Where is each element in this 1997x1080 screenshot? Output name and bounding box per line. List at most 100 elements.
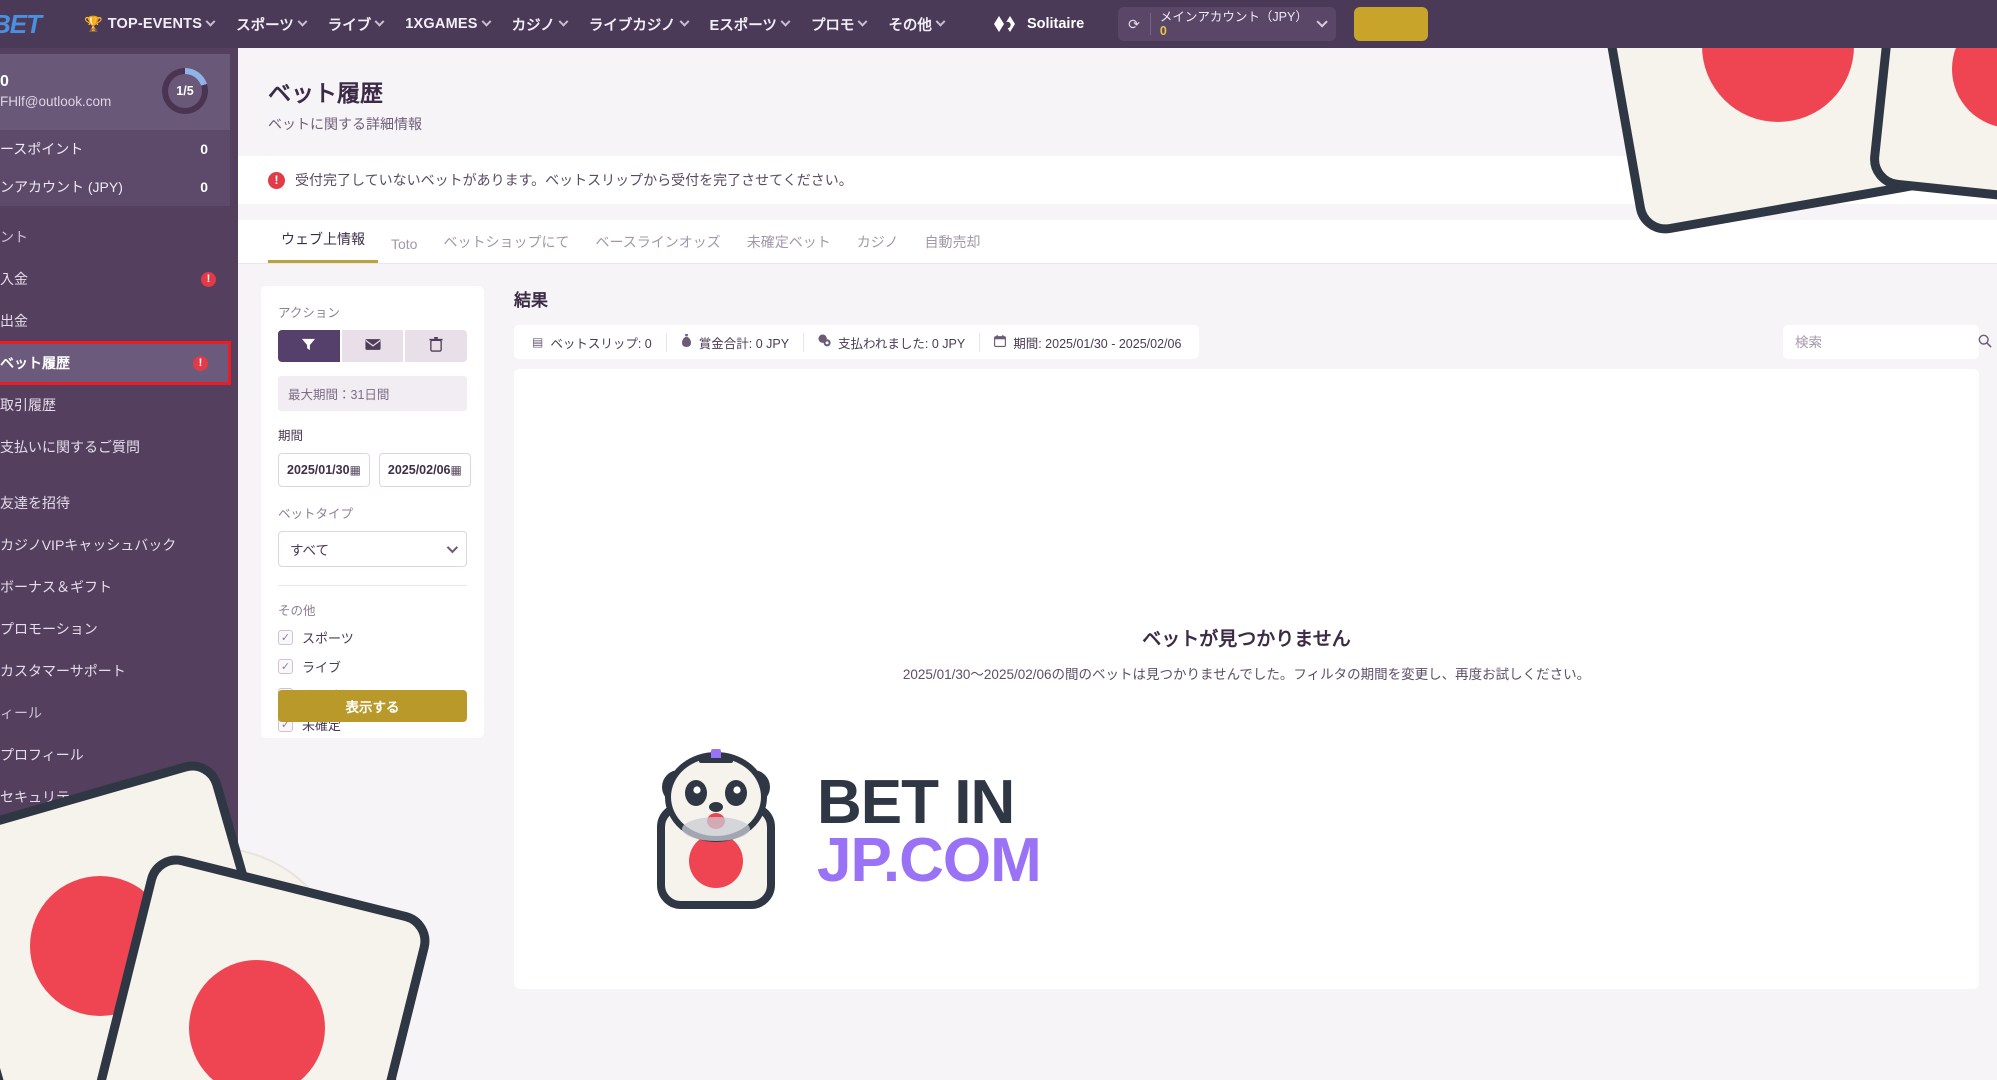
sidebar-item-customer-support[interactable]: カスタマーサポート (0, 650, 238, 692)
sidebar-item-deposit[interactable]: 入金 ! (0, 258, 238, 300)
nav-label: ライブカジノ (588, 17, 676, 34)
chevron-down-icon (205, 16, 216, 27)
profile-progress-ring: 1/5 (162, 68, 208, 114)
page-title: ベット履歴 (268, 80, 383, 106)
filter-icon (301, 337, 316, 355)
sidebar-item-label: 入金 (0, 271, 28, 287)
sidebar-item-profile-group[interactable]: ィール (0, 692, 238, 734)
payout-icon (818, 334, 831, 350)
calendar-icon: ▦ (450, 463, 462, 477)
sidebar-item-transaction-history[interactable]: 取引履歴 (0, 384, 238, 426)
account-balance-selector[interactable]: ⟳ メインアカウント（JPY） 0 (1118, 7, 1336, 41)
nav-item-sports[interactable]: スポーツ (236, 14, 308, 35)
alert-icon: ! (268, 171, 285, 189)
bet-type-value: すべて (290, 543, 330, 558)
nav-label: プロモ (810, 17, 855, 34)
app-root: BET 🏆 TOP-EVENTS スポーツ ライブ 1XGAMES カジノ (0, 0, 1997, 1080)
tab-unsettled-bets[interactable]: 未確定ベット (734, 232, 844, 263)
nav-label: ライブ (327, 17, 372, 34)
results-panel: 結果 ▤ ベットスリップ: 0 賞金合計: 0 JPY 支払われました: 0 J… (514, 286, 1992, 989)
date-to-value: 2025/02/06 (387, 463, 451, 477)
sidebar-item-bonus-gifts[interactable]: ボーナス＆ギフト (0, 566, 238, 608)
sidebar-item-label: ィール (0, 705, 42, 721)
nav-item-solitaire[interactable]: Solitaire (992, 14, 1084, 34)
filter-icon-button[interactable] (278, 330, 340, 362)
sidebar-item-security[interactable]: セキュリティ (0, 776, 238, 818)
sidebar-item-profile[interactable]: プロフィール (0, 734, 238, 776)
refresh-icon[interactable]: ⟳ (1128, 16, 1140, 33)
betslip-icon: ▤ (532, 335, 544, 349)
checkbox-live[interactable]: ✓ ライブ (278, 657, 467, 676)
sidebar-item-account[interactable]: ント (0, 216, 238, 258)
user-card[interactable]: 0 FHlf@outlook.com 1/5 (0, 54, 230, 130)
sidebar-item-payment-questions[interactable]: 支払いに関するご質問 (0, 426, 238, 468)
search-box[interactable] (1783, 325, 1992, 359)
tab-bet-shop[interactable]: ベットショップにて (430, 232, 582, 263)
tab-toto[interactable]: Toto (378, 236, 430, 263)
chip-paid-out: 支払われました: 0 JPY (803, 332, 979, 352)
date-to-input[interactable]: 2025/02/06 ▦ (378, 453, 471, 487)
checkbox-sports[interactable]: ✓ スポーツ (278, 628, 467, 647)
chip-period: 期間: 2025/01/30 - 2025/02/06 (979, 332, 1195, 352)
results-summary-bar: ▤ ベットスリップ: 0 賞金合計: 0 JPY 支払われました: 0 JPY … (514, 325, 1992, 359)
site-logo[interactable]: BET (0, 9, 52, 40)
page-subtitle: ベットに関する詳細情報 (268, 116, 422, 132)
max-period-note: 最大期間：31日間 (278, 376, 467, 411)
chevron-down-icon (446, 541, 459, 554)
apply-filter-button[interactable]: 表示する (278, 690, 467, 722)
delete-button[interactable] (405, 330, 468, 362)
sidebar-item-promotions[interactable]: プロモーション (0, 608, 238, 650)
sidebar-item-label: ィ (0, 831, 14, 847)
nav-item-casino[interactable]: カジノ (512, 14, 569, 35)
tab-auto-cashout[interactable]: 自動売却 (912, 232, 994, 263)
nav-item-top-events[interactable]: 🏆 TOP-EVENTS (84, 15, 216, 33)
nav-item-esports[interactable]: Eスポーツ (709, 14, 791, 35)
chevron-down-icon (297, 16, 308, 27)
bet-type-select[interactable]: すべて (278, 531, 467, 567)
search-input[interactable] (1795, 334, 1972, 350)
sidebar-item-label: プロフィール (0, 747, 84, 763)
watermark-line-1: BET IN (817, 768, 1015, 838)
chip-text: 期間: 2025/01/30 - 2025/02/06 (1013, 336, 1182, 351)
other-section-label: その他 (278, 604, 316, 618)
nav-item-promo[interactable]: プロモ (810, 14, 868, 35)
tab-web-info[interactable]: ウェブ上情報 (268, 229, 378, 263)
tab-casino[interactable]: カジノ (844, 232, 912, 263)
deposit-button[interactable] (1353, 7, 1428, 41)
sidebar-item-withdraw[interactable]: 出金 (0, 300, 238, 342)
chevron-down-icon (780, 16, 791, 27)
sidebar-item-label: 支払いに関するご質問 (0, 439, 140, 455)
nav-item-other[interactable]: その他 (888, 14, 946, 35)
chip-text: ベットスリップ: 0 (550, 336, 652, 351)
chevron-down-icon (935, 16, 946, 27)
sidebar-item-invite-friends[interactable]: 友達を招待 (0, 482, 238, 524)
nav-label: Eスポーツ (709, 17, 777, 34)
action-section-label: アクション (278, 306, 340, 320)
envelope-icon (364, 338, 381, 354)
results-title: 結果 (514, 291, 548, 310)
nav-item-live[interactable]: ライブ (327, 14, 385, 35)
solitaire-label: Solitaire (1026, 16, 1085, 32)
calendar-icon (994, 334, 1007, 350)
sidebar-balance-row[interactable]: ースポイント 0 (0, 130, 230, 168)
sidebar-balances: ースポイント 0 ンアカウント (JPY) 0 (0, 130, 230, 206)
sidebar-item-casino-vip-cashback[interactable]: カジノVIPキャッシュバック (0, 524, 238, 566)
email-export-button[interactable] (341, 330, 404, 362)
sidebar-item-bet-history[interactable]: ベット履歴 ! (0, 341, 231, 385)
nav-label: TOP-EVENTS (107, 16, 203, 32)
period-label: 期間 (278, 429, 304, 443)
divider (278, 585, 467, 586)
sidebar-item-label: 友達を招待 (0, 495, 70, 511)
empty-state: ベットが見つかりません 2025/01/30〜2025/02/06の間のベットは… (514, 624, 1979, 683)
tab-baseline-odds[interactable]: ベースラインオッズ (582, 232, 733, 263)
empty-results-card: ベットが見つかりません 2025/01/30〜2025/02/06の間のベットは… (514, 369, 1979, 989)
sidebar-item-extra[interactable]: ィ (0, 818, 238, 860)
nav-item-live-casino[interactable]: ライブカジノ (588, 14, 689, 35)
main-content: ベット履歴 ベットに関する詳細情報 ! 受付完了していないベットがあります。ベッ… (238, 48, 1997, 1080)
search-icon[interactable] (1978, 334, 1992, 351)
balance-value: 0 (200, 179, 208, 195)
nav-item-1xgames[interactable]: 1XGAMES (405, 16, 492, 32)
sidebar-balance-row[interactable]: ンアカウント (JPY) 0 (0, 168, 230, 206)
user-info: 0 FHlf@outlook.com (0, 73, 111, 109)
date-from-input[interactable]: 2025/01/30 ▦ (278, 453, 370, 487)
